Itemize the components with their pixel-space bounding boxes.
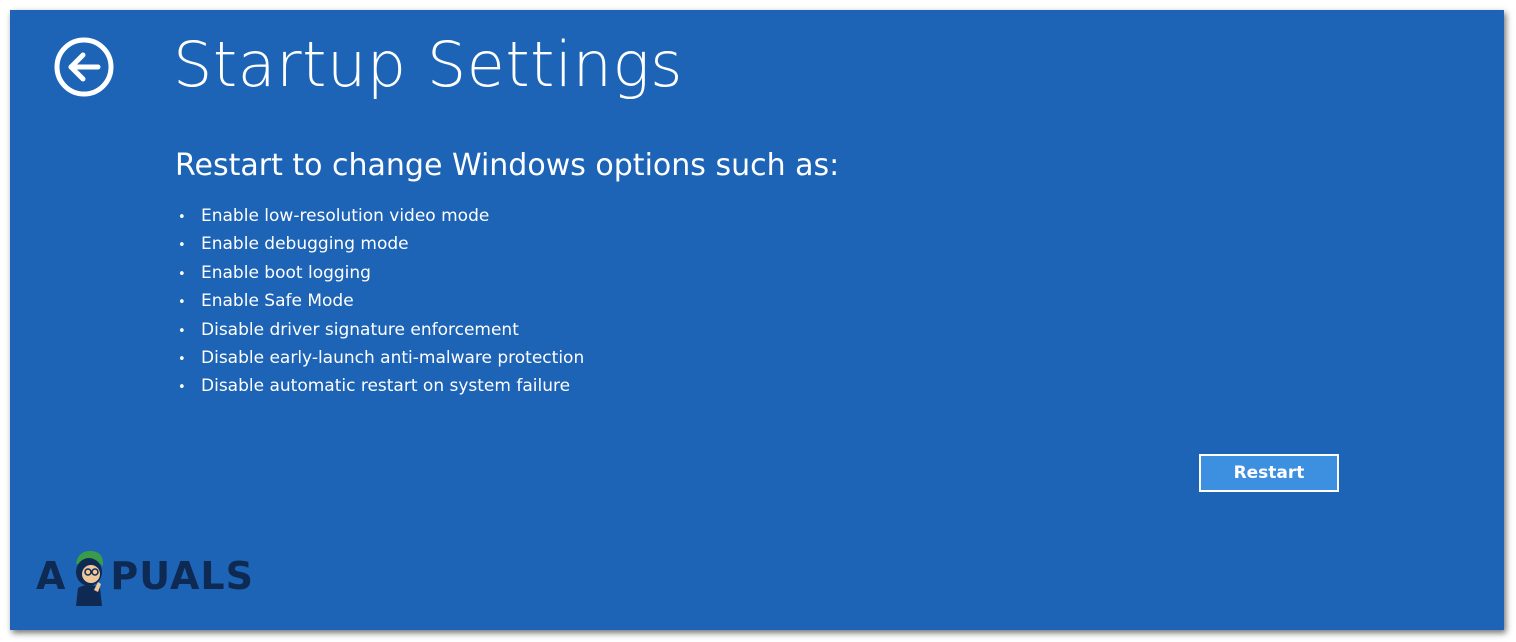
option-label: Enable Safe Mode	[201, 291, 354, 312]
bullet-icon: •	[178, 323, 186, 339]
page-subtitle: Restart to change Windows options such a…	[175, 148, 840, 183]
watermark-suffix: PUALS	[110, 554, 254, 598]
option-item: • Enable boot logging	[178, 259, 584, 287]
option-label: Enable boot logging	[201, 262, 371, 283]
bullet-icon: •	[178, 380, 186, 396]
startup-settings-screen: Startup Settings Restart to change Windo…	[10, 10, 1504, 630]
bullet-icon: •	[178, 295, 186, 311]
page-title: Startup Settings	[173, 28, 683, 101]
option-item: • Disable driver signature enforcement	[178, 316, 584, 344]
appuals-watermark-logo: A PUALS	[36, 546, 254, 606]
restart-button[interactable]: Restart	[1199, 454, 1339, 492]
option-label: Disable driver signature enforcement	[201, 319, 519, 340]
option-label: Disable automatic restart on system fail…	[201, 376, 571, 397]
option-label: Enable debugging mode	[201, 234, 409, 255]
bullet-icon: •	[178, 210, 186, 225]
option-item: • Enable debugging mode	[178, 230, 584, 258]
option-label: Enable low-resolution video mode	[201, 206, 490, 226]
appuals-mascot-icon	[76, 550, 104, 606]
back-button[interactable]	[54, 37, 114, 97]
watermark-prefix: A	[36, 554, 67, 598]
option-item: • Enable low-resolution video mode	[178, 202, 584, 230]
bullet-icon: •	[178, 238, 186, 254]
options-list: • Enable low-resolution video mode • Enabl…	[178, 202, 584, 401]
option-label: Disable early-launch anti-malware protec…	[201, 347, 585, 368]
option-item: • Disable early-launch anti-malware prote…	[178, 344, 584, 372]
back-arrow-circle-icon	[54, 37, 114, 97]
bullet-icon: •	[178, 266, 186, 282]
option-item: • Disable automatic restart on system fai…	[178, 372, 584, 400]
option-item: • Enable Safe Mode	[178, 287, 584, 315]
bullet-icon: •	[178, 351, 186, 367]
